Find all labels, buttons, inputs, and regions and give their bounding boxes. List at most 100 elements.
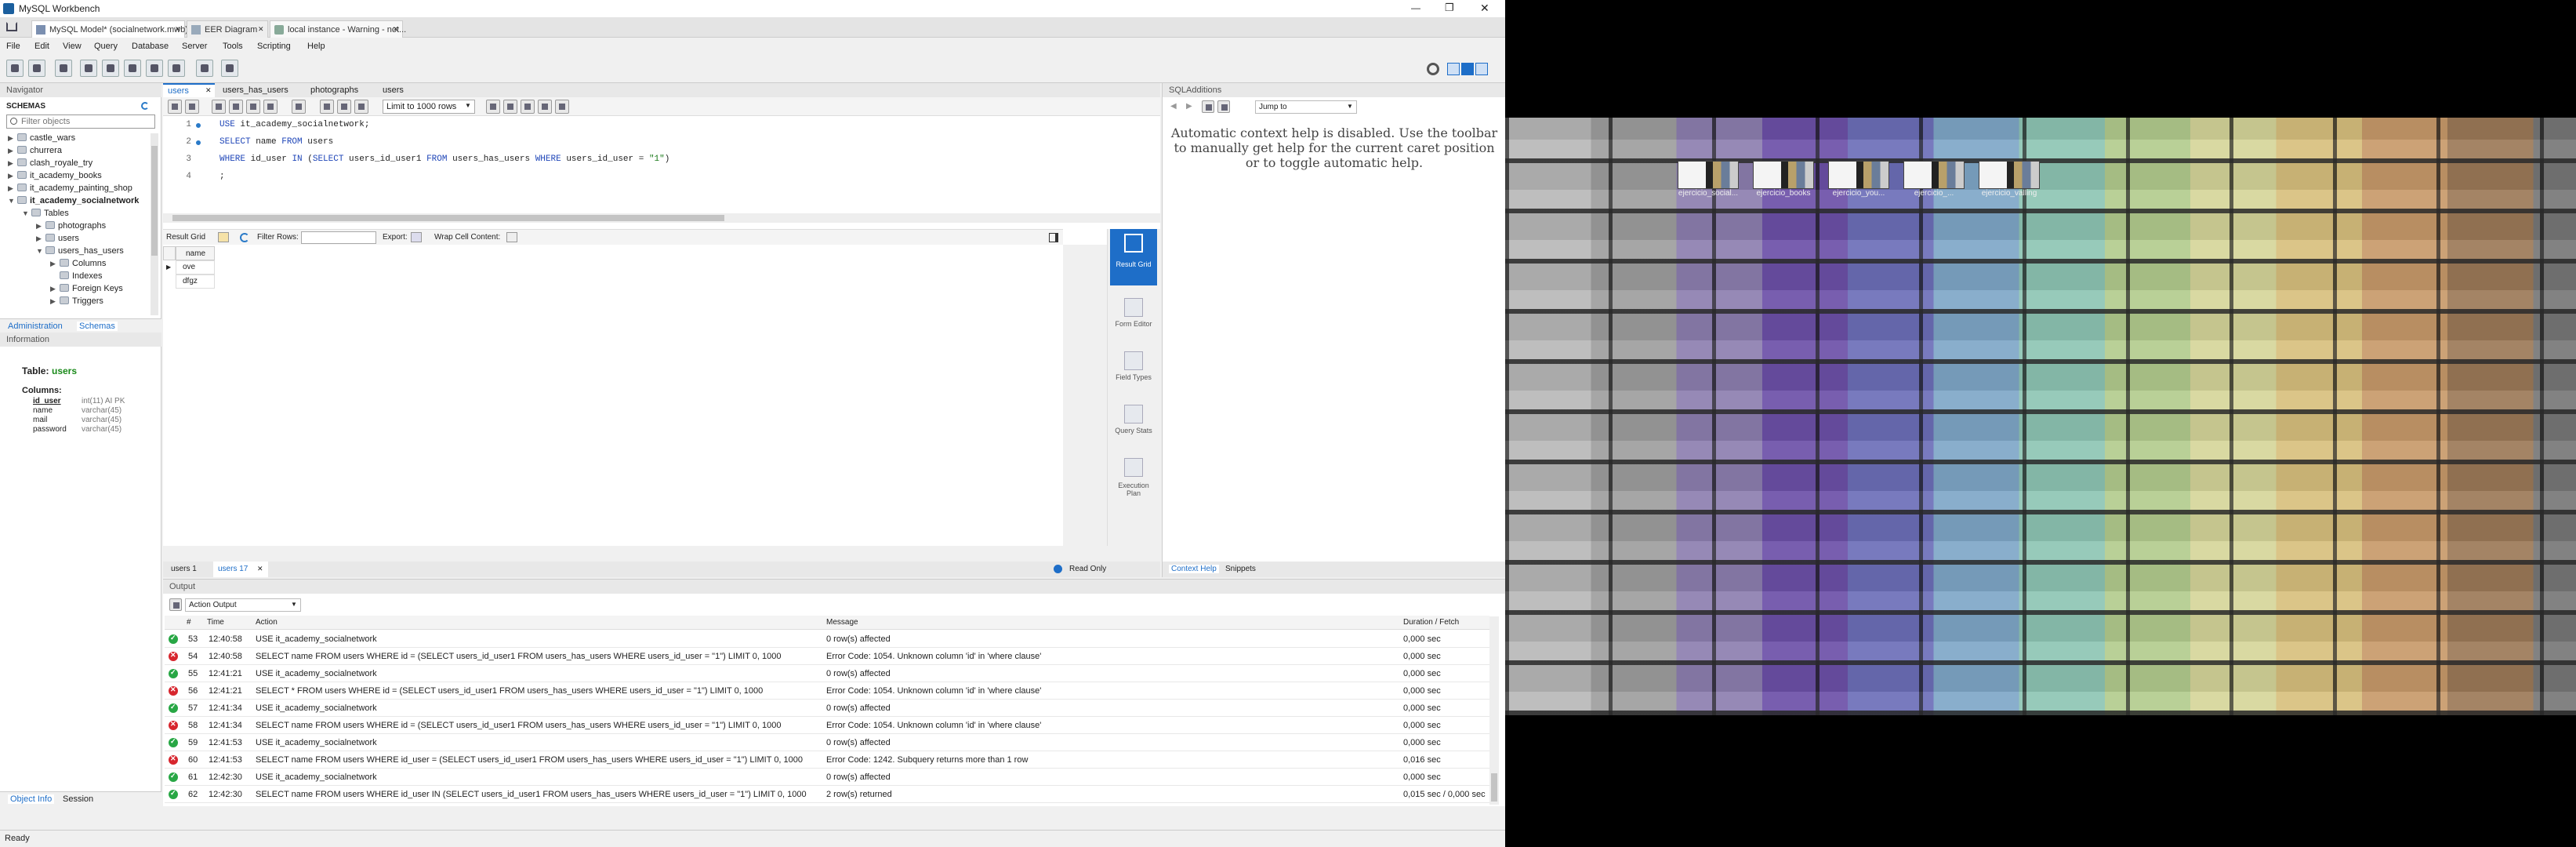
scroll-thumb[interactable] — [151, 146, 158, 256]
desktop-file-icon[interactable]: ejercicio_valling — [1979, 161, 2040, 198]
menu-view[interactable]: View — [63, 42, 82, 51]
tab-object-info[interactable]: Object Info — [8, 794, 55, 804]
close-icon[interactable]: ✕ — [258, 25, 264, 34]
filter-box[interactable] — [6, 115, 155, 129]
menu-database[interactable]: Database — [132, 42, 169, 51]
create-function-icon[interactable] — [168, 60, 185, 77]
tab-administration[interactable]: Administration — [8, 322, 63, 331]
stop-icon[interactable] — [263, 100, 278, 114]
table-row[interactable]: 54 12:40:58 SELECT name FROM users WHERE i… — [165, 648, 1489, 665]
table-row[interactable]: 57 12:41:34 USE it_academy_socialnetwork 0 … — [165, 700, 1489, 717]
minimize-button[interactable]: — — [1411, 2, 1420, 13]
menu-scripting[interactable]: Scripting — [257, 42, 291, 51]
home-icon[interactable] — [6, 22, 17, 31]
reconnect-icon[interactable] — [221, 60, 238, 77]
editor-tab[interactable]: photographs — [310, 85, 358, 95]
menu-tools[interactable]: Tools — [223, 42, 243, 51]
jump-to-select[interactable]: Jump to ▼ — [1255, 100, 1357, 114]
save-icon[interactable] — [185, 100, 199, 114]
field-types-icon[interactable] — [1124, 351, 1143, 370]
table-item[interactable]: ▼ users_has_users — [36, 246, 124, 259]
tree-subitem[interactable]: Indexes — [50, 271, 103, 284]
tables-folder[interactable]: ▼ Tables — [22, 209, 69, 221]
execute-icon[interactable] — [212, 100, 226, 114]
table-row[interactable]: 58 12:41:34 SELECT name FROM users WHERE i… — [165, 717, 1489, 734]
close-button[interactable]: ✕ — [1480, 2, 1489, 15]
grid-icon[interactable] — [218, 232, 229, 242]
desktop-file-icon[interactable]: ejercicio_social... — [1678, 161, 1739, 198]
limit-select[interactable]: Limit to 1000 rows ▼ — [383, 100, 475, 114]
schema-item[interactable]: ▶ clash_royale_try — [8, 158, 93, 171]
table-row[interactable]: dfgz — [176, 274, 215, 289]
table-row[interactable]: 56 12:41:21 SELECT * FROM users WHERE id =… — [165, 682, 1489, 700]
back-icon[interactable]: ◀ — [1170, 102, 1177, 111]
tab-eer-diagram[interactable]: EER Diagram ✕ — [187, 20, 268, 38]
tab-snippets[interactable]: Snippets — [1225, 565, 1256, 573]
create-view-icon[interactable] — [124, 60, 141, 77]
rollback-icon[interactable] — [337, 100, 351, 114]
table-row[interactable]: 60 12:41:53 SELECT name FROM users WHERE i… — [165, 751, 1489, 769]
scroll-thumb[interactable] — [1491, 773, 1497, 802]
filter-rows-input[interactable] — [301, 231, 376, 244]
close-icon[interactable]: ✕ — [205, 86, 212, 95]
table-row[interactable]: ove — [176, 260, 215, 274]
table-row[interactable]: 61 12:42:30 USE it_academy_socialnetwork 0 … — [165, 769, 1489, 786]
tree-subitem[interactable]: ▶ Foreign Keys — [50, 284, 123, 296]
schema-item[interactable]: ▶ castle_wars — [8, 133, 75, 146]
export-icon[interactable] — [411, 232, 422, 242]
wrap-icon[interactable] — [506, 232, 517, 242]
tab-schemas[interactable]: Schemas — [77, 322, 118, 331]
create-schema-icon[interactable] — [80, 60, 97, 77]
query-stats-icon[interactable] — [1124, 405, 1143, 424]
sql-editor[interactable] — [163, 116, 1160, 245]
filter-objects-input[interactable] — [21, 116, 151, 127]
refresh-icon[interactable] — [141, 102, 149, 110]
schema-item[interactable]: ▶ it_academy_painting_shop — [8, 184, 132, 196]
create-procedure-icon[interactable] — [146, 60, 163, 77]
desktop-file-icon[interactable]: ejercicio_you... — [1828, 161, 1889, 198]
table-row[interactable]: 53 12:40:58 USE it_academy_socialnetwork 0 … — [165, 631, 1489, 648]
maximize-button[interactable]: ❐ — [1445, 2, 1454, 14]
execution-plan-icon[interactable] — [1124, 458, 1143, 477]
output-mode-select[interactable]: Action Output ▼ — [185, 598, 301, 612]
result-tab-active[interactable]: users 17 ✕ — [213, 562, 268, 577]
close-icon[interactable]: ✕ — [175, 25, 181, 34]
stop-on-error-icon[interactable] — [292, 100, 306, 114]
menu-file[interactable]: File — [6, 42, 20, 51]
toggle-output-icon[interactable] — [1461, 63, 1474, 75]
schema-item[interactable]: ▶ churrera — [8, 146, 62, 158]
schema-item-active[interactable]: ▼ it_academy_socialnetwork — [8, 196, 139, 209]
panel-toggle-icon[interactable] — [1049, 233, 1058, 242]
info-icon[interactable] — [55, 60, 72, 77]
navigator-scrollbar[interactable] — [151, 133, 158, 315]
tab-model[interactable]: MySQL Model* (socialnetwork.mwb) ✕ — [31, 20, 188, 38]
editor-tab-active[interactable]: users ✕ — [163, 83, 215, 97]
table-row[interactable]: 59 12:41:53 USE it_academy_socialnetwork 0 … — [165, 734, 1489, 751]
table-row[interactable]: 62 12:42:30 SELECT name FROM users WHERE i… — [165, 786, 1489, 803]
tab-local-instance[interactable]: local instance - Warning - not... ✕ — [270, 20, 406, 38]
invisible-chars-icon[interactable] — [538, 100, 552, 114]
editor-hscrollbar[interactable] — [163, 213, 1160, 223]
output-scrollbar[interactable] — [1489, 616, 1499, 805]
menu-help[interactable]: Help — [307, 42, 325, 51]
desktop-file-icon[interactable]: ejercicio_books — [1753, 161, 1814, 198]
toggle-secondary-sidebar-icon[interactable] — [1475, 63, 1488, 75]
editor-tab[interactable]: users_has_users — [223, 85, 288, 95]
toggle-sidebar-icon[interactable] — [1447, 63, 1460, 75]
refresh-icon[interactable] — [240, 233, 249, 242]
tree-subitem[interactable]: ▶ Columns — [50, 259, 106, 271]
bookmark-icon[interactable] — [486, 100, 500, 114]
find-icon[interactable] — [521, 100, 535, 114]
scroll-thumb[interactable] — [172, 215, 724, 221]
output-options-icon[interactable] — [169, 598, 182, 611]
explain-icon[interactable] — [246, 100, 260, 114]
editor-tab[interactable]: users — [383, 85, 404, 95]
new-sql-tab-icon[interactable] — [6, 60, 24, 77]
desktop-file-icon[interactable]: ejercicio_... — [1903, 161, 1965, 198]
execute-current-icon[interactable] — [229, 100, 243, 114]
result-grid-side-button[interactable]: Result Grid — [1110, 229, 1157, 285]
column-header[interactable]: name — [176, 246, 215, 260]
word-wrap-icon[interactable] — [555, 100, 569, 114]
create-table-icon[interactable] — [102, 60, 119, 77]
menu-edit[interactable]: Edit — [34, 42, 49, 51]
